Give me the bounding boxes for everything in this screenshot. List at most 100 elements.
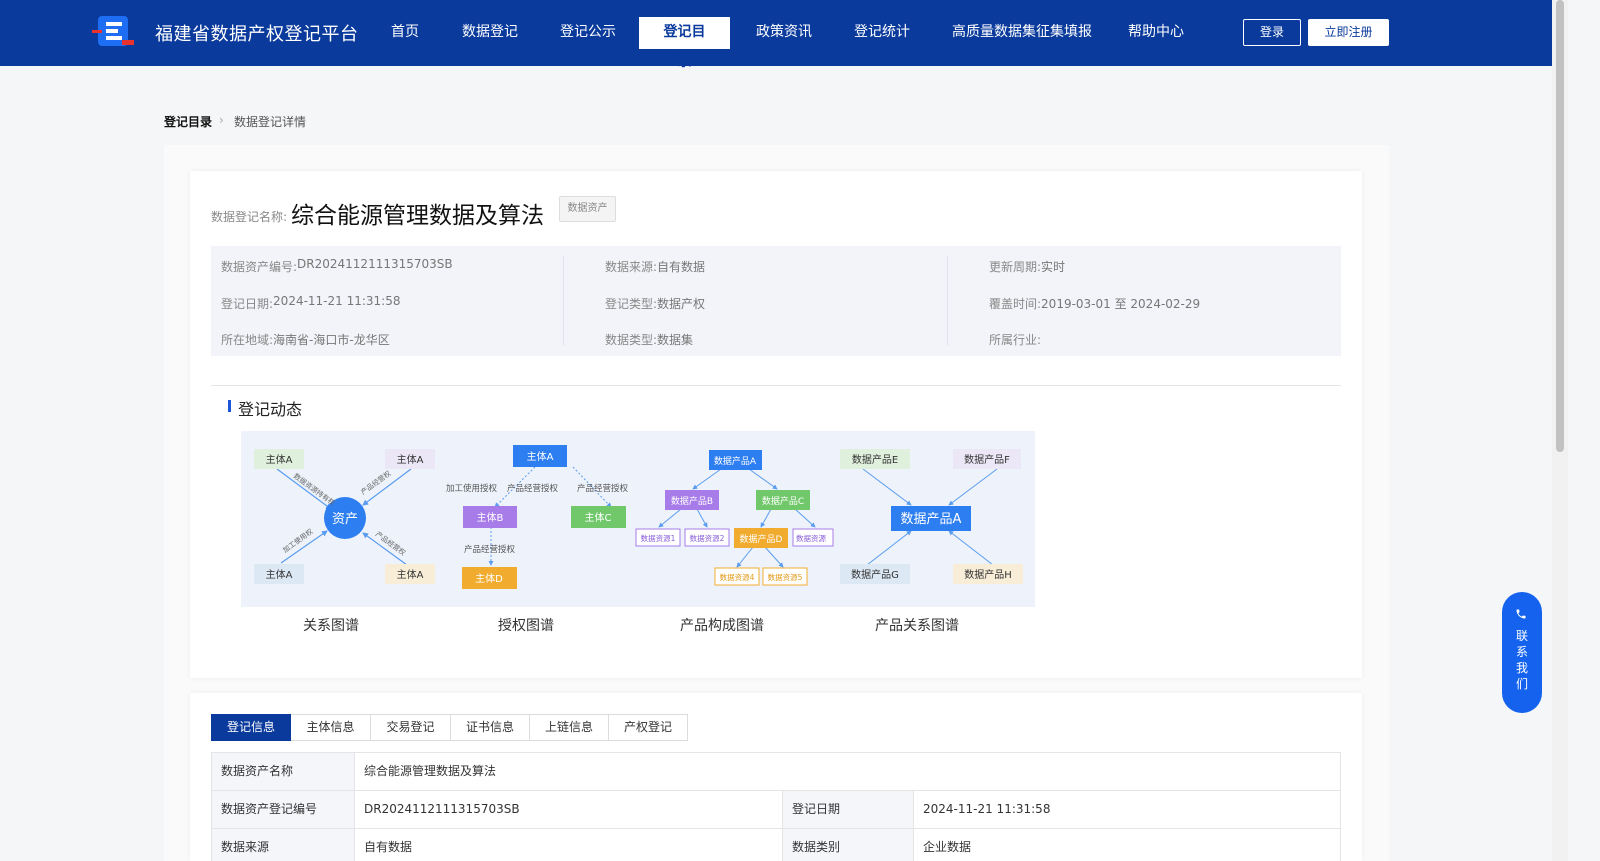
compose-node-label: 数据资源5 (768, 572, 803, 582)
table-cell-value: 自有数据 (355, 829, 783, 861)
tab-subject-info[interactable]: 主体信息 (291, 714, 371, 741)
info-source-value: 自有数据 (657, 260, 706, 274)
breadcrumb-root[interactable]: 登记目录 (164, 113, 212, 130)
product-relation-graph[interactable]: 数据产品E 数据产品F 数据产品G 数据产品H 数据产品A (840, 449, 1023, 584)
nav-policy-news[interactable]: 政策资讯 (737, 17, 831, 49)
tab-register-info[interactable]: 登记信息 (211, 714, 291, 741)
breadcrumb-current: 数据登记详情 (234, 115, 307, 129)
nav-register-stats[interactable]: 登记统计 (835, 17, 929, 49)
info-data-type: 数据类型:数据集 (605, 331, 693, 348)
compose-node-label: 数据产品D (740, 533, 783, 545)
tab-property-register[interactable]: 产权登记 (609, 714, 688, 741)
info-reg-type-value: 数据产权 (657, 297, 706, 311)
info-cover-value: 2019-03-01 至 2024-02-29 (1041, 297, 1201, 311)
caption-product-composition-graph[interactable]: 产品构成图谱 (680, 615, 764, 635)
table-cell-label: 数据类别 (783, 829, 914, 861)
table-cell-label: 登记日期 (783, 791, 914, 828)
info-source-label: 数据来源: (605, 260, 658, 274)
info-cover-label: 覆盖时间: (989, 297, 1042, 311)
caption-product-relation-graph[interactable]: 产品关系图谱 (875, 615, 959, 635)
record-name: 综合能源管理数据及算法 (291, 203, 544, 229)
contact-us-label: 联系我们 (1516, 629, 1529, 691)
compose-node-label: 数据资源4 (720, 572, 755, 582)
tab-trade-register[interactable]: 交易登记 (371, 714, 451, 741)
info-region-value: 海南省-海口市-龙华区 (273, 333, 390, 347)
info-reg-date: 登记日期:2024-11-21 11:31:58 (221, 294, 401, 312)
table-cell-label: 数据资产登记编号 (212, 791, 355, 828)
section-divider (211, 385, 1341, 386)
register-button[interactable]: 立即注册 (1308, 19, 1389, 46)
info-reg-type: 登记类型:数据产权 (605, 295, 705, 312)
info-data-type-label: 数据类型: (605, 333, 658, 347)
dynamics-section-title: 登记动态 (238, 400, 303, 419)
nav-home[interactable]: 首页 (372, 17, 438, 49)
table-cell-value: 企业数据 (923, 840, 972, 854)
nav-dataset-collection[interactable]: 高质量数据集征集填报 (933, 17, 1111, 49)
info-source: 数据来源:自有数据 (605, 258, 705, 275)
compose-node-label: 数据产品B (671, 495, 713, 507)
info-cover: 覆盖时间:2019-03-01 至 2024-02-29 (989, 295, 1200, 312)
product-rel-node-label: 数据产品G (851, 568, 899, 581)
table-cell-label: 数据资产名称 (212, 753, 355, 790)
table-cell-value: 2024-11-21 11:31:58 (923, 802, 1051, 816)
compose-node-label: 数据资源 (796, 533, 826, 543)
graph-diagram-panel[interactable]: 主体A 主体A 主体A 主体A 资产 数据资源持有权 产品经营权 加工使用权 产… (241, 431, 1035, 607)
tab-certificate-info[interactable]: 证书信息 (451, 714, 530, 741)
nav-data-register[interactable]: 数据登记 (443, 17, 537, 49)
breadcrumb-separator-icon: › (219, 113, 224, 127)
table-row: 数据来源 自有数据 数据类别 企业数据 (211, 829, 1341, 861)
table-cell-value: DR2024112111315703SB (355, 791, 783, 828)
relation-graph[interactable]: 主体A 主体A 主体A 主体A 资产 数据资源持有权 产品经营权 加工使用权 产… (254, 449, 435, 584)
platform-logo[interactable] (92, 14, 136, 48)
contact-us-button[interactable]: 联系我们 (1502, 592, 1542, 713)
compose-node-label: 数据产品A (714, 455, 757, 467)
product-rel-center-label: 数据产品A (901, 512, 962, 527)
info-region: 所在地域:海南省-海口市-龙华区 (221, 331, 390, 348)
product-composition-graph[interactable]: 数据产品A 数据产品B 数据产品C 数据资源1 数据资源2 数据产品D 数据资源… (635, 450, 834, 586)
authorization-graph[interactable]: 主体A 主体B 主体C 主体D 加工使用授权 产品经营授权 产品经营授权 产品经… (446, 445, 629, 589)
info-divider (563, 256, 564, 346)
auth-node-label: 主体D (475, 573, 503, 585)
section-accent-bar (228, 400, 231, 412)
info-reg-type-label: 登记类型: (605, 297, 658, 311)
tab-chain-info[interactable]: 上链信息 (530, 714, 609, 741)
info-data-type-value: 数据集 (657, 333, 694, 347)
relation-node-label: 主体A (397, 569, 424, 581)
info-reg-date-value: 2024-11-21 11:31:58 (273, 294, 401, 308)
table-row: 数据资产名称 综合能源管理数据及算法 (211, 753, 1341, 791)
page-scrollbar-thumb[interactable] (1556, 0, 1564, 452)
relation-node-label: 主体A (266, 569, 293, 581)
auth-node-label: 主体B (477, 512, 504, 524)
table-cell-value: 综合能源管理数据及算法 (364, 764, 497, 778)
info-asset-no-value: DR2024112111315703SB (297, 257, 453, 271)
caption-relation-graph[interactable]: 关系图谱 (303, 615, 359, 635)
info-industry-label: 所属行业: (989, 333, 1042, 347)
info-region-label: 所在地域: (221, 333, 274, 347)
auth-edge-label: 产品经营授权 (507, 483, 559, 494)
info-industry: 所属行业: (989, 331, 1041, 348)
product-rel-node-label: 数据产品H (964, 568, 1012, 581)
info-cycle: 更新周期:实时 (989, 258, 1065, 275)
detail-tabs: 登记信息 主体信息 交易登记 证书信息 上链信息 产权登记 (211, 714, 688, 741)
relation-node-label: 主体A (397, 454, 424, 466)
relation-edge-label: 数据资源持有权 (292, 471, 337, 507)
compose-node-label: 数据资源1 (641, 533, 676, 543)
auth-edge-label: 加工使用授权 (446, 483, 498, 494)
product-rel-node-label: 数据产品F (964, 453, 1010, 466)
brand-title: 福建省数据产权登记平台 (155, 24, 359, 45)
caption-authorization-graph[interactable]: 授权图谱 (498, 615, 554, 635)
auth-edge-label: 产品经营授权 (464, 544, 516, 555)
table-cell-label: 数据来源 (212, 829, 355, 861)
info-reg-date-label: 登记日期: (221, 297, 274, 311)
nav-register-catalog[interactable]: 登记目录 (639, 17, 730, 70)
relation-edge-label: 产品经营权 (359, 469, 393, 497)
compose-node-label: 数据产品C (762, 495, 804, 507)
nav-register-notice[interactable]: 登记公示 (541, 17, 635, 49)
compose-node-label: 数据资源2 (690, 533, 725, 543)
record-type-badge: 数据资产 (559, 196, 616, 222)
info-asset-no: 数据资产编号:DR2024112111315703SB (221, 257, 453, 275)
nav-help-center[interactable]: 帮助中心 (1109, 17, 1203, 49)
auth-node-label: 主体C (585, 512, 612, 524)
login-button[interactable]: 登录 (1243, 19, 1301, 46)
auth-edge-label: 产品经营授权 (577, 483, 629, 494)
